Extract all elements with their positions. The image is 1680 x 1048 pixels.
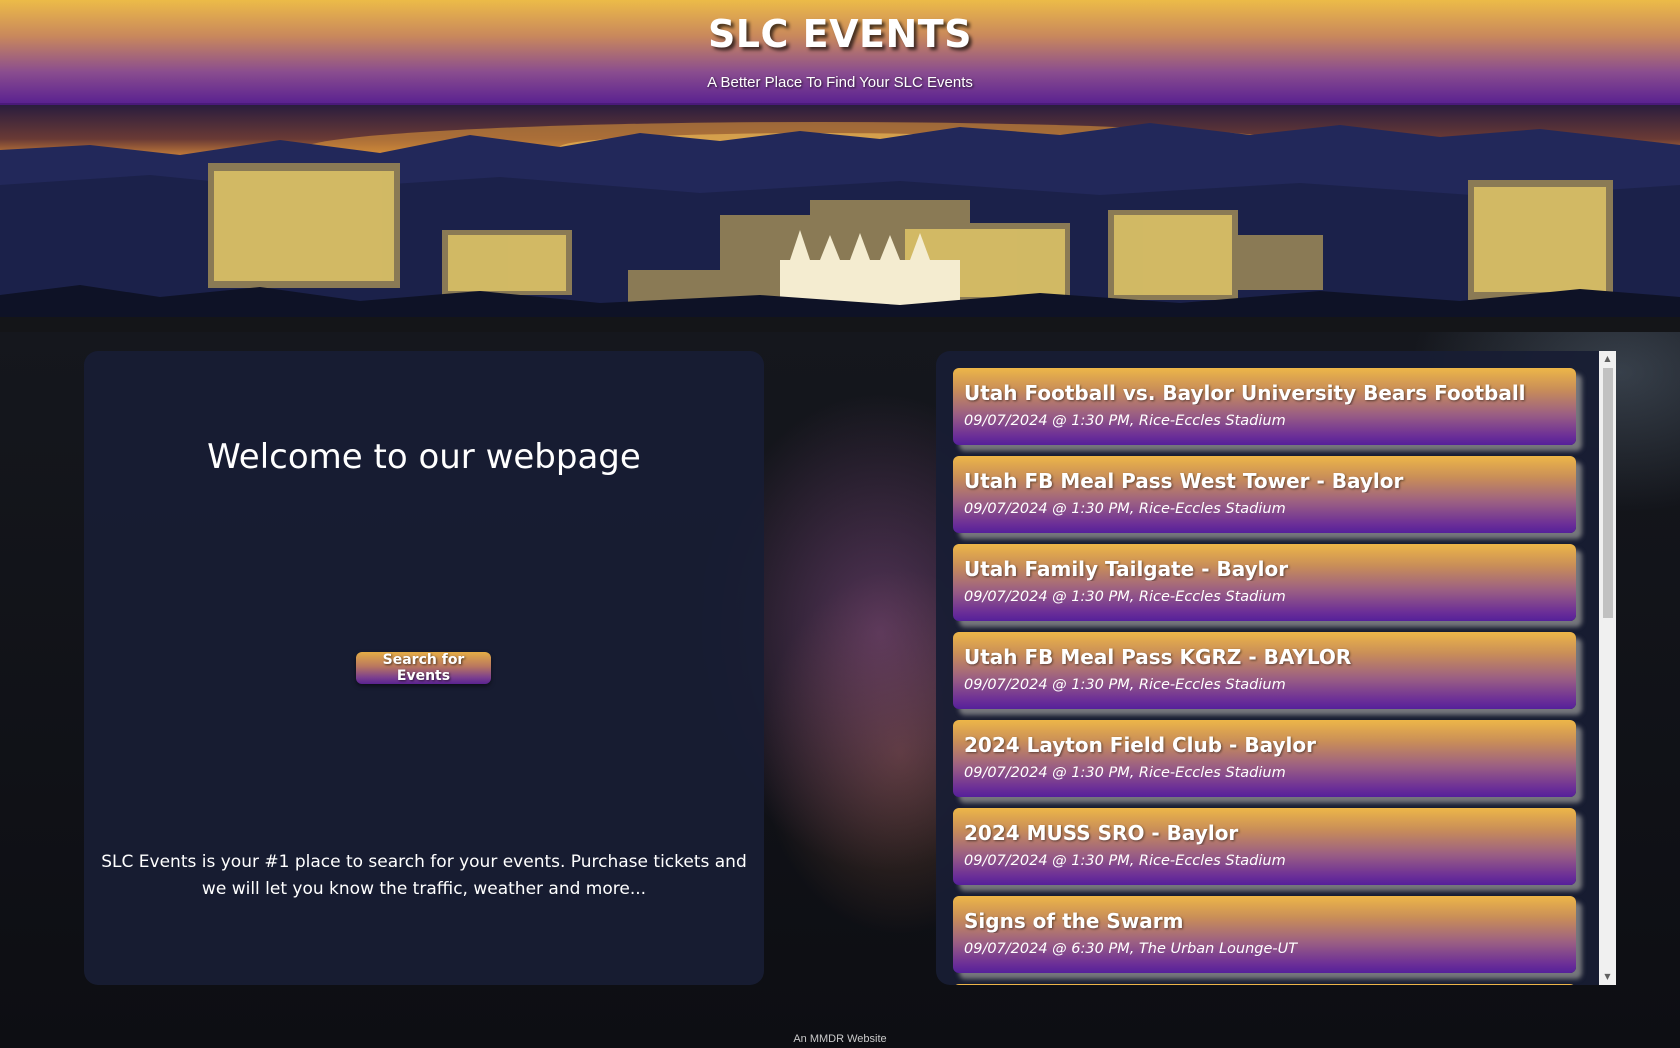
- skyline-banner-image: [0, 105, 1680, 332]
- events-scrollbar[interactable]: ▲ ▼: [1599, 351, 1616, 985]
- event-card[interactable]: Utah Football vs. Baylor University Bear…: [953, 368, 1576, 445]
- event-card[interactable]: Utah FB Meal Pass KGRZ - BAYLOR 09/07/20…: [953, 632, 1576, 709]
- event-card[interactable]: Signs of the Swarm 09/07/2024 @ 6:30 PM,…: [953, 896, 1576, 973]
- event-title: Signs of the Swarm: [964, 909, 1184, 933]
- event-meta: 09/07/2024 @ 6:30 PM, The Urban Lounge-U…: [964, 941, 1298, 957]
- welcome-panel: Welcome to our webpage Search for Events…: [84, 351, 764, 985]
- event-title: Utah FB Meal Pass West Tower - Baylor: [964, 469, 1404, 493]
- event-card[interactable]: Utah FB Meal Pass West Tower - Baylor 09…: [953, 456, 1576, 533]
- event-card[interactable]: [953, 984, 1576, 985]
- event-title: Utah Football vs. Baylor University Bear…: [964, 381, 1526, 405]
- scroll-up-arrow-icon[interactable]: ▲: [1599, 351, 1616, 367]
- scroll-down-arrow-icon[interactable]: ▼: [1599, 969, 1616, 985]
- event-meta: 09/07/2024 @ 1:30 PM, Rice-Eccles Stadiu…: [964, 677, 1286, 693]
- event-meta: 09/07/2024 @ 1:30 PM, Rice-Eccles Stadiu…: [964, 589, 1286, 605]
- events-list-panel[interactable]: Utah Football vs. Baylor University Bear…: [936, 351, 1616, 985]
- event-meta: 09/07/2024 @ 1:30 PM, Rice-Eccles Stadiu…: [964, 501, 1286, 517]
- event-meta: 09/07/2024 @ 1:30 PM, Rice-Eccles Stadiu…: [964, 765, 1286, 781]
- event-card[interactable]: 2024 Layton Field Club - Baylor 09/07/20…: [953, 720, 1576, 797]
- event-card[interactable]: Utah Family Tailgate - Baylor 09/07/2024…: [953, 544, 1576, 621]
- welcome-heading: Welcome to our webpage: [207, 437, 641, 477]
- site-tagline: A Better Place To Find Your SLC Events: [707, 74, 973, 91]
- site-footer: An MMDR Website: [793, 1033, 887, 1045]
- event-meta: 09/07/2024 @ 1:30 PM, Rice-Eccles Stadiu…: [964, 413, 1286, 429]
- event-title: Utah FB Meal Pass KGRZ - BAYLOR: [964, 645, 1352, 669]
- search-events-button[interactable]: Search for Events: [356, 652, 491, 684]
- event-meta: 09/07/2024 @ 1:30 PM, Rice-Eccles Stadiu…: [964, 853, 1286, 869]
- events-list: Utah Football vs. Baylor University Bear…: [953, 368, 1576, 985]
- scrollbar-track[interactable]: [1603, 368, 1613, 969]
- site-header: SLC EVENTS A Better Place To Find Your S…: [0, 0, 1680, 105]
- event-title: 2024 Layton Field Club - Baylor: [964, 733, 1316, 757]
- site-title: SLC EVENTS: [707, 12, 973, 56]
- event-card[interactable]: 2024 MUSS SRO - Baylor 09/07/2024 @ 1:30…: [953, 808, 1576, 885]
- welcome-description: SLC Events is your #1 place to search fo…: [101, 852, 747, 899]
- event-title: Utah Family Tailgate - Baylor: [964, 557, 1289, 581]
- event-title: 2024 MUSS SRO - Baylor: [964, 821, 1239, 845]
- scrollbar-thumb[interactable]: [1603, 368, 1613, 618]
